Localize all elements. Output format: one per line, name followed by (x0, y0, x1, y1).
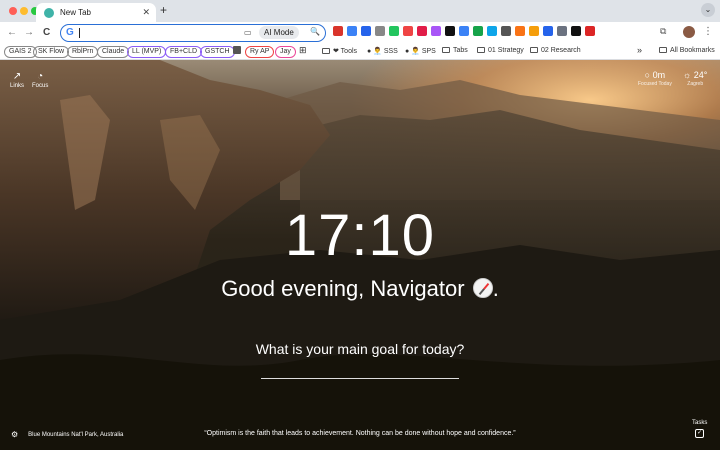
extensions-puzzle-icon[interactable]: ⧉ (660, 26, 666, 37)
extension-icon[interactable] (445, 26, 455, 36)
extension-icon[interactable] (571, 26, 581, 36)
apps-grid-icon[interactable]: ⊞ (299, 45, 307, 56)
profile-avatar[interactable] (683, 26, 695, 38)
extension-icon[interactable] (473, 26, 483, 36)
bookmark-app-icon[interactable] (233, 46, 241, 54)
bookmark-tabs[interactable]: Tabs (442, 47, 468, 54)
extension-icon[interactable] (529, 26, 539, 36)
compass-icon (472, 278, 493, 298)
bookmark-chip[interactable]: Claude (97, 46, 130, 58)
search-lens-icon[interactable]: 🔍 (310, 27, 320, 36)
daily-quote: “Optimism is the faith that leads to ach… (204, 430, 516, 437)
minimize-window-button[interactable] (20, 7, 28, 15)
links-label: Links (10, 83, 25, 89)
momentum-icon (44, 7, 54, 18)
tasks-button[interactable]: Tasks ✓ (692, 420, 707, 438)
extensions-bar (333, 26, 595, 36)
text-caret (79, 28, 80, 38)
extension-icon[interactable] (557, 26, 567, 36)
extension-icon[interactable] (501, 26, 511, 36)
temperature-value: 24° (693, 70, 708, 80)
bookmark-chip[interactable]: FB+CLD (165, 46, 203, 58)
bookmarks-bar: GAIS 2 SK Flow RblPrn Claude LL (MVP) FB… (0, 44, 720, 60)
install-app-icon[interactable]: ▭ (244, 28, 252, 37)
bookmark-chip[interactable]: SK Flow (33, 46, 70, 58)
tasks-label: Tasks (692, 420, 708, 426)
tab-strip: New Tab ✕ + ⌄ (0, 0, 720, 22)
focus-button[interactable]: ◔ Focus (32, 71, 48, 89)
ai-mode-button[interactable]: AI Mode (259, 26, 299, 39)
folder-icon (477, 47, 485, 53)
focus-time-label: Focused Today (638, 81, 672, 87)
extension-icon[interactable] (431, 26, 441, 36)
clock-outline-icon: ○ (644, 70, 651, 80)
links-button[interactable]: ↗ Links (10, 71, 24, 89)
folder-icon (442, 47, 450, 53)
focus-icon: ◔ (37, 71, 44, 82)
google-icon: G (66, 27, 74, 38)
bookmark-tools[interactable]: ❤ Tools (322, 47, 357, 55)
all-bookmarks[interactable]: All Bookmarks (659, 47, 715, 54)
folder-icon (322, 48, 330, 54)
tab-search-button[interactable]: ⌄ (701, 3, 715, 17)
extension-icon[interactable] (375, 26, 385, 36)
extension-icon[interactable] (361, 26, 371, 36)
forward-button[interactable]: → (24, 26, 34, 40)
extension-icon[interactable] (389, 26, 399, 36)
bookmark-chip[interactable]: LL (MVP) (127, 46, 167, 58)
main-goal-input[interactable] (261, 363, 459, 379)
address-bar[interactable]: G ▭ AI Mode 🔍 (60, 24, 326, 42)
greeting: Good evening, Navigator . (221, 276, 499, 301)
extension-icon[interactable] (515, 26, 525, 36)
bookmark-chip[interactable]: Ry AP (245, 46, 275, 58)
new-tab-button[interactable]: + (160, 3, 167, 17)
back-button[interactable]: ← (7, 26, 17, 40)
extension-icon[interactable] (403, 26, 413, 36)
folder-icon (659, 47, 667, 53)
new-tab-page: ↗ Links ◔ Focus ○ 0m Focused Today ☼ 24°… (0, 60, 720, 450)
browser-menu-icon[interactable]: ⋮ (703, 26, 713, 37)
bookmark-sps[interactable]: ● 👨‍💼 SPS (405, 47, 436, 55)
folder-icon (530, 47, 538, 53)
close-window-button[interactable] (9, 7, 17, 15)
bookmark-chip[interactable]: GAIS 2 (4, 46, 37, 58)
bookmark-sss[interactable]: ● 👨‍💼 SSS (367, 47, 398, 55)
close-tab-icon[interactable]: ✕ (142, 8, 150, 17)
sun-icon: ☼ (683, 70, 692, 80)
external-link-icon: ↗ (12, 71, 22, 82)
bookmark-chip[interactable]: RblPrn (67, 46, 99, 58)
more-bookmarks-icon[interactable]: » (637, 45, 642, 55)
weather-location: Zagreb (687, 81, 704, 87)
focus-time-widget[interactable]: ○ 0m Focused Today (638, 70, 672, 87)
extension-icon[interactable] (487, 26, 497, 36)
greeting-text: Good evening, Navigator (221, 276, 465, 301)
bookmark-02-research[interactable]: 02 Research (530, 47, 581, 54)
extension-icon[interactable] (459, 26, 469, 36)
extension-icon[interactable] (333, 26, 343, 36)
main-goal-question: What is your main goal for today? (255, 341, 465, 357)
extension-icon[interactable] (585, 26, 595, 36)
browser-toolbar: ← → C G ▭ AI Mode 🔍 ⧉ ⋮ (0, 22, 720, 44)
tab-title: New Tab (60, 8, 91, 17)
weather-widget[interactable]: ☼ 24° Zagreb (683, 70, 707, 87)
focus-time-value: 0m (652, 70, 666, 80)
bookmark-chip[interactable]: Jay (275, 46, 296, 58)
focus-label: Focus (32, 83, 49, 89)
clock: 17:10 (284, 203, 436, 268)
bookmark-chip[interactable]: GSTCH (200, 46, 235, 58)
extension-icon[interactable] (543, 26, 553, 36)
extension-icon[interactable] (347, 26, 357, 36)
checkbox-icon: ✓ (695, 429, 705, 438)
reload-button[interactable]: C (43, 26, 50, 40)
bookmark-01-strategy[interactable]: 01 Strategy (477, 47, 524, 54)
extension-icon[interactable] (417, 26, 427, 36)
tab-new-tab[interactable]: New Tab ✕ (36, 3, 156, 22)
